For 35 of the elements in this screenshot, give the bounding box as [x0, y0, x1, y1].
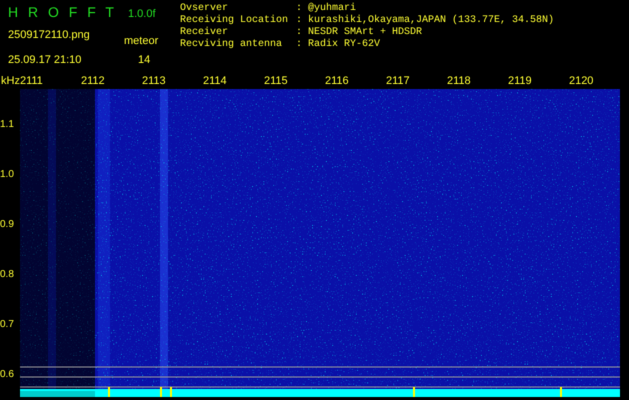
info-value: @yuhmari [308, 3, 356, 14]
amplitude-label: 1.0 [0, 170, 14, 180]
info-separator: : [296, 3, 304, 15]
amplitude-label: 0.7 [0, 320, 14, 330]
amplitude-label: 1.1 [0, 120, 14, 130]
amplitude-label: 0.8 [0, 270, 14, 280]
timestamp-label: 25.09.17 21:10 [8, 52, 82, 68]
info-separator: : [296, 27, 304, 39]
amplitude-label: 0.9 [0, 220, 14, 230]
frequency-label: 2116 [324, 74, 350, 88]
filename-label: 2509172110.png [8, 28, 91, 43]
info-label: Ovserver [180, 3, 230, 14]
info-label: Recviving antenna [180, 39, 284, 51]
amplitude-label: 0.6 [0, 370, 14, 380]
info-label: Receiver [180, 27, 230, 38]
meteor-label: meteor [124, 34, 158, 49]
app-title: H R O F F T [8, 3, 118, 22]
frequency-label: 2112 [80, 74, 106, 88]
info-value: NESDR SMArt + HDSDR [308, 27, 422, 38]
frequency-label: 2113 [142, 74, 167, 88]
meteor-count: 14 [138, 52, 150, 68]
frequency-label: 2111 [20, 74, 44, 88]
info-label: Receiving Location [180, 15, 290, 26]
info-value: Radix RY-62V [308, 39, 380, 51]
info-separator: : [296, 15, 304, 27]
frequency-label: 2115 [264, 74, 289, 88]
frequency-label: 2119 [508, 74, 533, 88]
info-separator: : [296, 39, 304, 51]
version-label: 1.0.0f [128, 7, 156, 22]
frequency-label: 2117 [386, 74, 411, 88]
frequency-label: 2118 [446, 74, 472, 88]
info-value: kurashiki,Okayama,JAPAN (133.77E, 34.58N) [308, 15, 554, 27]
frequency-label: 2114 [202, 74, 228, 88]
frequency-label: 2120 [568, 74, 594, 88]
unit-label: kHz [0, 74, 20, 88]
